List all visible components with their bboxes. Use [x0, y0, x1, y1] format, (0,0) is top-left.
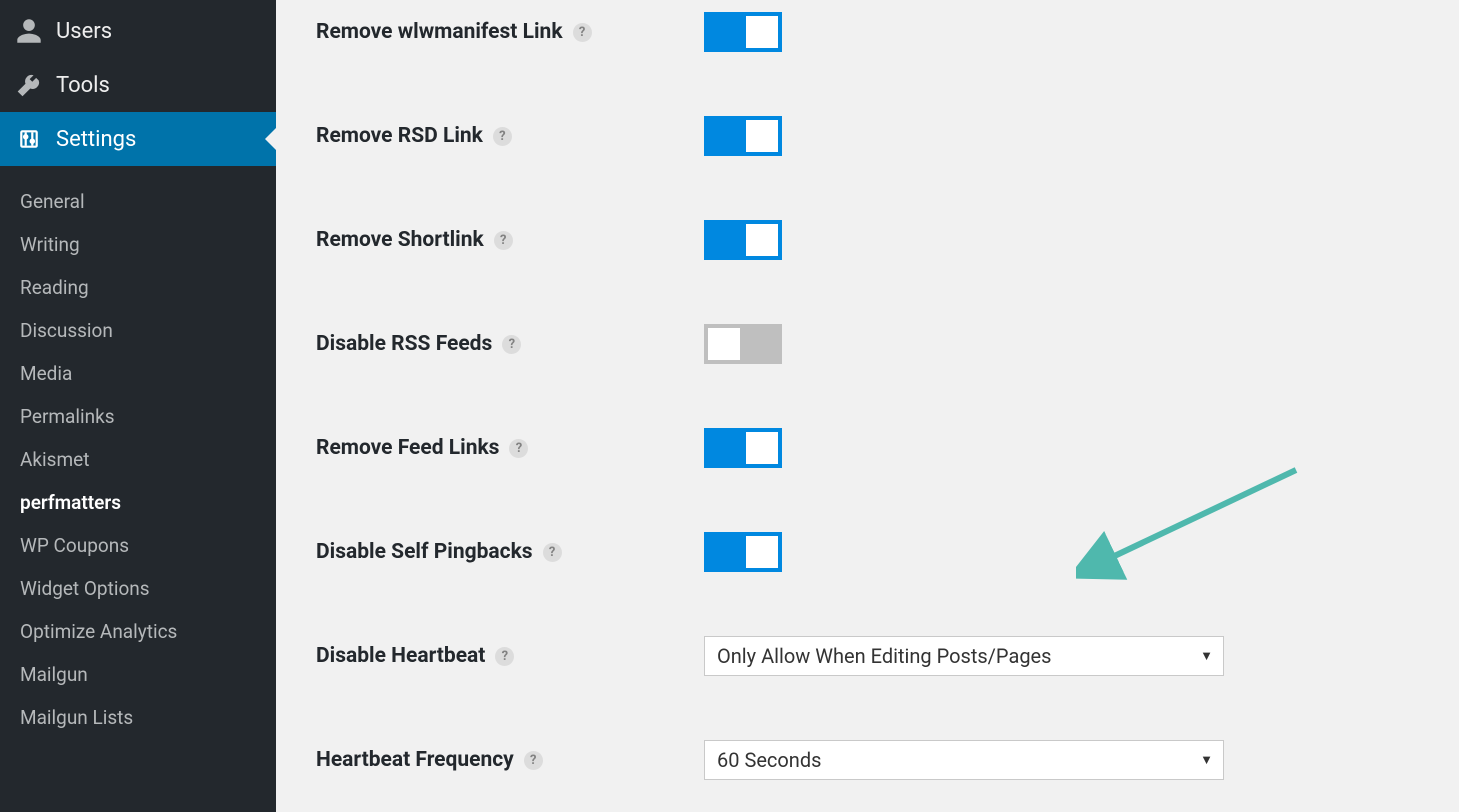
- sidebar-item-settings[interactable]: Settings: [0, 112, 276, 166]
- setting-row-wlwmanifest: Remove wlwmanifest Link ?: [316, 0, 1419, 84]
- admin-sidebar: Users Tools Settings General Writing Rea…: [0, 0, 276, 812]
- select-value: 60 Seconds: [717, 748, 821, 772]
- setting-label: Remove Shortlink: [316, 228, 484, 252]
- sidebar-sub-writing[interactable]: Writing: [0, 223, 276, 266]
- sidebar-item-label: Users: [56, 19, 112, 44]
- toggle-rss[interactable]: [704, 324, 782, 364]
- sidebar-item-label: Tools: [56, 73, 110, 98]
- setting-label: Remove RSD Link: [316, 124, 483, 148]
- help-icon[interactable]: ?: [493, 127, 512, 146]
- chevron-down-icon: ▼: [1200, 648, 1213, 664]
- sidebar-sub-perfmatters[interactable]: perfmatters: [0, 481, 276, 524]
- toggle-shortlink[interactable]: [704, 220, 782, 260]
- sidebar-item-users[interactable]: Users: [0, 4, 276, 58]
- setting-row-disable-heartbeat: Disable Heartbeat ? Only Allow When Edit…: [316, 604, 1419, 708]
- setting-label: Disable Self Pingbacks: [316, 540, 533, 564]
- toggle-knob: [746, 536, 778, 568]
- toggle-knob: [746, 16, 778, 48]
- toggle-knob: [746, 224, 778, 256]
- sidebar-sub-mailgun[interactable]: Mailgun: [0, 653, 276, 696]
- sidebar-item-tools[interactable]: Tools: [0, 58, 276, 112]
- select-heartbeat-frequency[interactable]: 60 Seconds ▼: [704, 740, 1224, 780]
- sidebar-sub-permalinks[interactable]: Permalinks: [0, 395, 276, 438]
- sidebar-sub-discussion[interactable]: Discussion: [0, 309, 276, 352]
- setting-label: Remove wlwmanifest Link: [316, 20, 563, 44]
- help-icon[interactable]: ?: [509, 439, 528, 458]
- wrench-icon: [14, 70, 44, 100]
- setting-row-shortlink: Remove Shortlink ?: [316, 188, 1419, 292]
- sidebar-sub-widget-options[interactable]: Widget Options: [0, 567, 276, 610]
- setting-row-rss: Disable RSS Feeds ?: [316, 292, 1419, 396]
- toggle-wlwmanifest[interactable]: [704, 12, 782, 52]
- select-disable-heartbeat[interactable]: Only Allow When Editing Posts/Pages ▼: [704, 636, 1224, 676]
- toggle-knob: [708, 328, 740, 360]
- toggle-knob: [746, 432, 778, 464]
- help-icon[interactable]: ?: [502, 335, 521, 354]
- sidebar-sub-mailgun-lists[interactable]: Mailgun Lists: [0, 696, 276, 739]
- settings-panel: Remove wlwmanifest Link ? Remove RSD Lin…: [276, 0, 1459, 812]
- help-icon[interactable]: ?: [543, 543, 562, 562]
- help-icon[interactable]: ?: [573, 23, 592, 42]
- sidebar-sub-wpcoupons[interactable]: WP Coupons: [0, 524, 276, 567]
- toggle-self-pingbacks[interactable]: [704, 532, 782, 572]
- setting-label: Disable Heartbeat: [316, 644, 485, 668]
- sidebar-sub-optimize-analytics[interactable]: Optimize Analytics: [0, 610, 276, 653]
- chevron-down-icon: ▼: [1200, 752, 1213, 768]
- setting-label: Remove Feed Links: [316, 436, 499, 460]
- help-icon[interactable]: ?: [524, 751, 543, 770]
- sidebar-sub-media[interactable]: Media: [0, 352, 276, 395]
- toggle-rsd[interactable]: [704, 116, 782, 156]
- help-icon[interactable]: ?: [494, 231, 513, 250]
- setting-row-self-pingbacks: Disable Self Pingbacks ?: [316, 500, 1419, 604]
- setting-row-heartbeat-frequency: Heartbeat Frequency ? 60 Seconds ▼: [316, 708, 1419, 812]
- user-icon: [14, 16, 44, 46]
- select-value: Only Allow When Editing Posts/Pages: [717, 644, 1051, 668]
- toggle-knob: [746, 120, 778, 152]
- setting-row-rsd: Remove RSD Link ?: [316, 84, 1419, 188]
- setting-row-feed-links: Remove Feed Links ?: [316, 396, 1419, 500]
- sidebar-sub-akismet[interactable]: Akismet: [0, 438, 276, 481]
- setting-label: Disable RSS Feeds: [316, 332, 492, 356]
- sidebar-item-label: Settings: [56, 127, 136, 152]
- sliders-icon: [14, 124, 44, 154]
- toggle-feed-links[interactable]: [704, 428, 782, 468]
- help-icon[interactable]: ?: [495, 647, 514, 666]
- setting-label: Heartbeat Frequency: [316, 748, 514, 772]
- sidebar-sub-general[interactable]: General: [0, 180, 276, 223]
- sidebar-sub-reading[interactable]: Reading: [0, 266, 276, 309]
- sidebar-submenu: General Writing Reading Discussion Media…: [0, 166, 276, 747]
